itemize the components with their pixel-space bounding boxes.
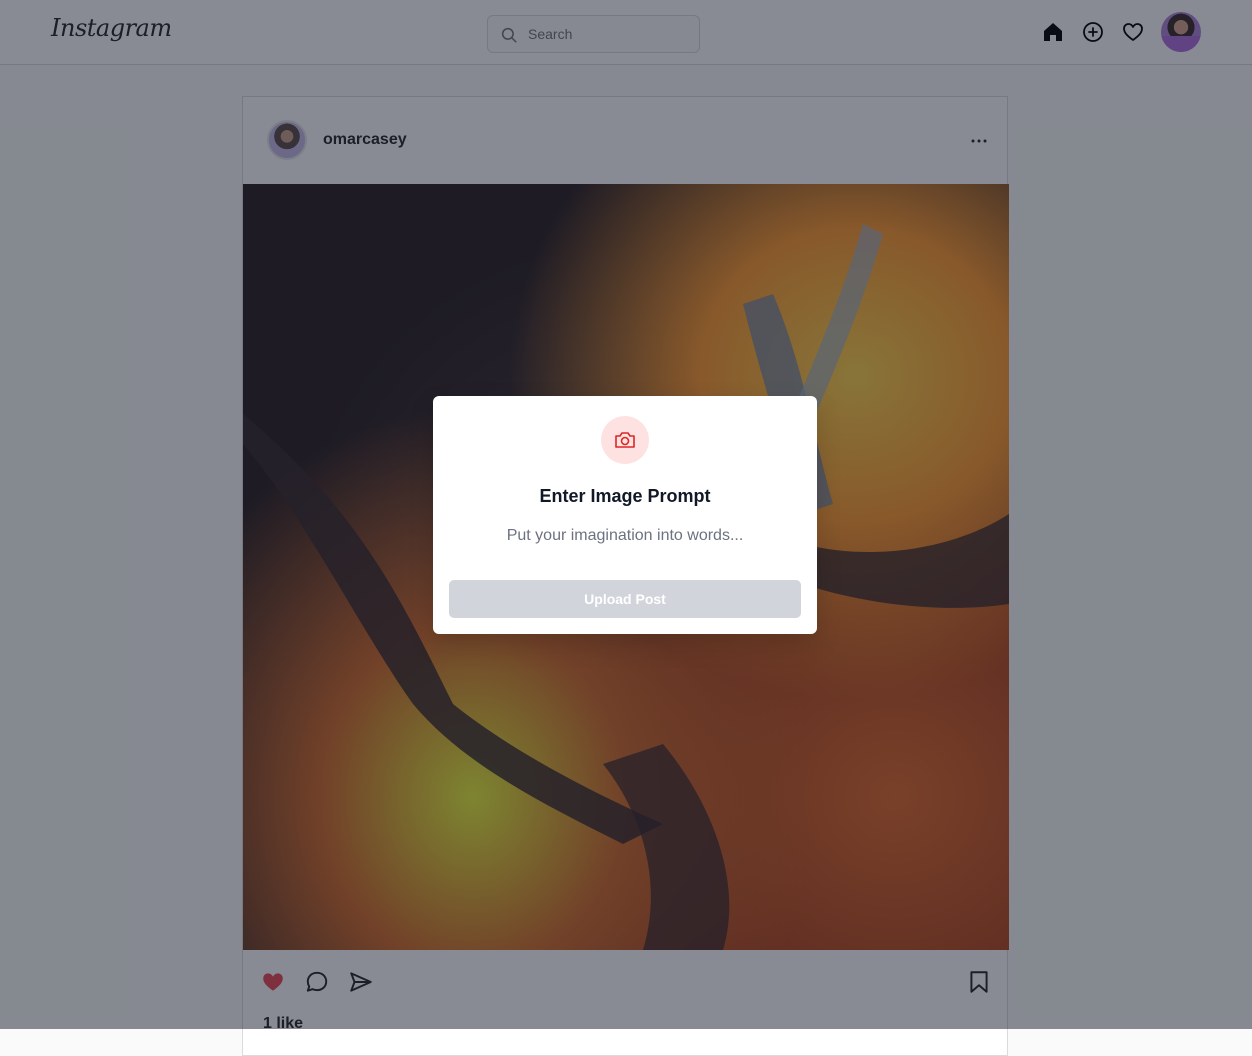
image-prompt-input[interactable]: [463, 524, 787, 548]
modal-title: Enter Image Prompt: [539, 486, 711, 506]
camera-icon-badge: [601, 416, 649, 464]
image-prompt-modal: Enter Image Prompt Upload Post: [433, 396, 817, 634]
upload-post-button[interactable]: Upload Post: [449, 580, 801, 618]
camera-icon: [615, 432, 635, 448]
